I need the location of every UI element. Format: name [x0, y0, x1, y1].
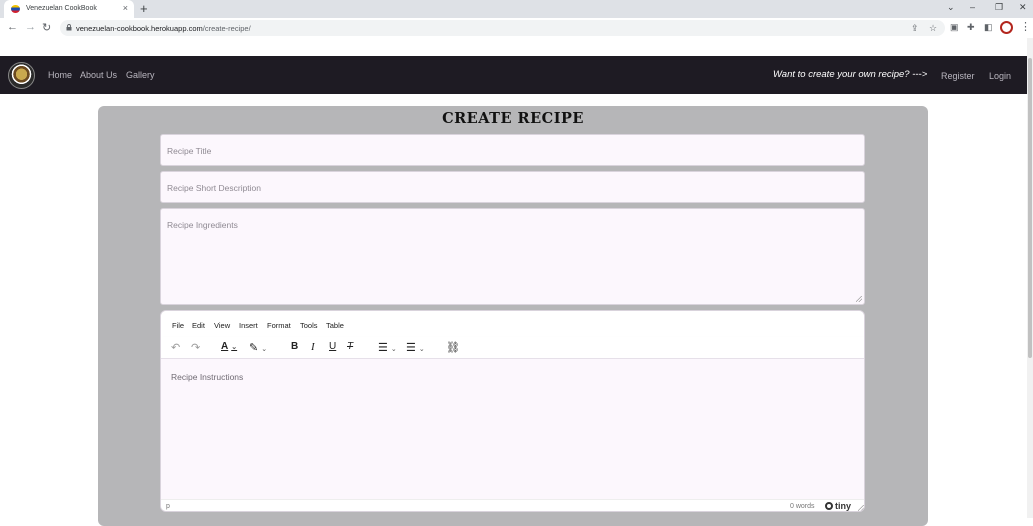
clear-formatting-icon[interactable]: T	[347, 341, 353, 352]
recipe-instructions-placeholder: Recipe Instructions	[171, 372, 244, 382]
nav-link-gallery[interactable]: Gallery	[126, 70, 155, 80]
page-title: CREATE RECIPE	[442, 110, 584, 127]
menu-file[interactable]: File	[172, 321, 184, 330]
close-window-icon[interactable]: ✕	[1019, 2, 1027, 13]
browser-tab[interactable]: Venezuelan CookBook ×	[4, 0, 134, 18]
recipe-ingredients-textarea[interactable]: Recipe Ingredients	[160, 208, 865, 305]
editor-content-area[interactable]: Recipe Instructions	[161, 359, 864, 499]
new-tab-button[interactable]: +	[140, 1, 148, 16]
menu-insert[interactable]: Insert	[239, 321, 258, 330]
redo-icon[interactable]: ↷	[191, 341, 200, 354]
site-navbar: Home About Us Gallery Want to create you…	[0, 56, 1027, 94]
menu-tools[interactable]: Tools	[300, 321, 318, 330]
reload-icon[interactable]: ↻	[42, 21, 51, 34]
bold-icon[interactable]: B	[291, 341, 298, 352]
kebab-menu-icon[interactable]: ⋮	[1020, 20, 1031, 33]
share-icon[interactable]: ⇪	[911, 23, 919, 34]
tab-search-icon[interactable]: ⌄	[947, 2, 955, 13]
menu-table[interactable]: Table	[326, 321, 344, 330]
url-text: venezuelan-cookbook.herokuapp.com/create…	[76, 24, 251, 33]
minimize-icon[interactable]: –	[970, 2, 975, 12]
venezuela-flag-icon	[11, 5, 20, 13]
element-path[interactable]: p	[166, 503, 170, 510]
text-color-icon[interactable]: A ⌄	[221, 341, 237, 352]
nav-link-register[interactable]: Register	[941, 71, 975, 81]
recipe-title-placeholder: Recipe Title	[167, 146, 212, 156]
tiny-logo[interactable]: tiny	[825, 501, 851, 511]
page-viewport: Home About Us Gallery Want to create you…	[0, 38, 1033, 526]
page-scrollbar[interactable]	[1027, 38, 1033, 518]
scrollbar-thumb[interactable]	[1028, 58, 1032, 358]
bulleted-list-icon[interactable]: ☰ ⌄	[406, 341, 425, 354]
sidepanel-icon[interactable]: ◧	[984, 22, 993, 33]
close-tab-icon[interactable]: ×	[123, 3, 128, 13]
menu-edit[interactable]: Edit	[192, 321, 205, 330]
create-recipe-card: CREATE RECIPE Recipe Title Recipe Short …	[98, 106, 928, 526]
profile-icon[interactable]	[1000, 21, 1013, 34]
menu-view[interactable]: View	[214, 321, 230, 330]
lock-icon	[66, 24, 72, 31]
link-icon[interactable]: ⛓	[446, 341, 460, 354]
recipe-description-input[interactable]: Recipe Short Description	[160, 171, 865, 203]
editor-toolbar: ↶ ↷ A ⌄ ✎ ⌄ B I U T ☰ ⌄ ☰ ⌄ ⛓	[161, 337, 864, 359]
editor-menubar: File Edit View Insert Format Tools Table	[161, 311, 864, 337]
tiny-logo-icon	[825, 502, 833, 510]
editor-statusbar: p 0 words tiny	[161, 499, 864, 511]
restore-icon[interactable]: ❐	[995, 2, 1003, 13]
nav-link-login[interactable]: Login	[989, 71, 1011, 81]
extension-icon[interactable]: ▣	[950, 22, 959, 33]
forward-arrow-icon[interactable]: →	[25, 21, 36, 33]
numbered-list-icon[interactable]: ☰ ⌄	[378, 341, 397, 354]
underline-icon[interactable]: U	[329, 341, 336, 352]
editor-resize-handle-icon[interactable]	[858, 505, 864, 511]
menu-format[interactable]: Format	[267, 321, 291, 330]
address-bar[interactable]: venezuelan-cookbook.herokuapp.com/create…	[60, 20, 945, 36]
browser-toolbar: ← → ↻ venezuelan-cookbook.herokuapp.com/…	[0, 18, 1033, 38]
tab-title: Venezuelan CookBook	[26, 5, 97, 12]
recipe-ingredients-placeholder: Recipe Ingredients	[167, 220, 238, 230]
back-arrow-icon[interactable]: ←	[7, 21, 18, 33]
recipe-title-input[interactable]: Recipe Title	[160, 134, 865, 166]
resize-handle-icon[interactable]	[856, 296, 862, 302]
create-recipe-cta: Want to create your own recipe? --->	[773, 69, 928, 80]
star-icon[interactable]: ☆	[929, 23, 937, 34]
highlight-color-icon[interactable]: ✎ ⌄	[249, 341, 267, 354]
italic-icon[interactable]: I	[311, 341, 315, 353]
word-count[interactable]: 0 words	[790, 503, 815, 510]
recipe-description-placeholder: Recipe Short Description	[167, 183, 262, 193]
undo-icon[interactable]: ↶	[171, 341, 180, 354]
puzzle-icon[interactable]: ✚	[967, 22, 975, 33]
instructions-editor: File Edit View Insert Format Tools Table…	[160, 310, 865, 512]
browser-tabstrip: Venezuelan CookBook × + ⌄ – ❐ ✕	[0, 0, 1033, 18]
nav-link-home[interactable]: Home	[48, 70, 72, 80]
nav-link-about-us[interactable]: About Us	[80, 70, 117, 80]
site-logo[interactable]	[8, 62, 35, 89]
